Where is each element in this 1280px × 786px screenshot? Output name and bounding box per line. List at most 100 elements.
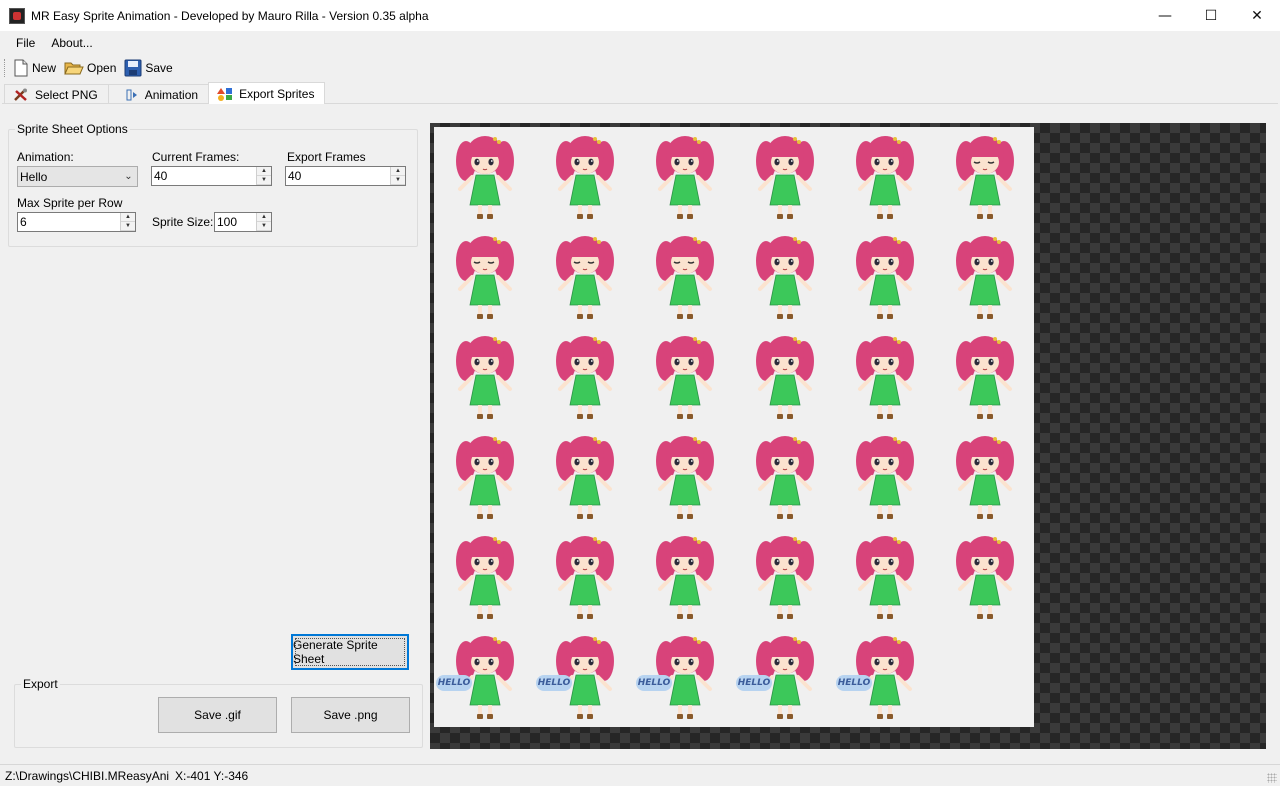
sprite-frame	[534, 527, 634, 627]
chibi-girl-icon	[456, 536, 514, 619]
status-path: Z:\Drawings\CHIBI.MReasyAni	[5, 768, 170, 783]
sprite-frame	[734, 127, 834, 227]
tab-animation[interactable]: Animation	[107, 84, 210, 104]
export-frames-input[interactable]: 40 ▲ ▼	[285, 166, 406, 186]
sprite-frame	[634, 527, 734, 627]
tab-export-sprites[interactable]: Export Sprites	[208, 82, 326, 104]
sprite-frame	[734, 327, 834, 427]
menu-file[interactable]: File	[8, 33, 43, 53]
chibi-girl-icon	[956, 336, 1014, 419]
sprite-frame	[634, 227, 734, 327]
down-arrow-icon[interactable]: ▼	[257, 176, 271, 185]
up-arrow-icon[interactable]: ▲	[257, 213, 271, 222]
chibi-girl-icon	[656, 436, 714, 519]
max-sprite-value: 6	[20, 215, 27, 229]
tab-export-sprites-label: Export Sprites	[239, 86, 315, 101]
chibi-girl-icon	[956, 136, 1014, 219]
sprite-frame: HELLO	[834, 627, 934, 727]
sprite-frame: HELLO	[534, 627, 634, 727]
sprite-sheet-options-title: Sprite Sheet Options	[15, 122, 130, 136]
current-frames-label: Current Frames:	[152, 150, 240, 164]
tools-icon	[14, 88, 27, 101]
up-arrow-icon[interactable]: ▲	[391, 167, 405, 176]
open-button[interactable]: Open	[64, 60, 116, 76]
sprite-frame	[634, 427, 734, 527]
chibi-girl-icon	[956, 236, 1014, 319]
floppy-disk-icon	[124, 59, 142, 77]
save-png-button[interactable]: Save .png	[291, 697, 410, 733]
max-sprite-stepper[interactable]: ▲ ▼	[120, 213, 135, 231]
toolbar: New Open Save	[0, 55, 1280, 81]
hello-bubble: HELLO	[636, 675, 672, 691]
up-arrow-icon[interactable]: ▲	[257, 167, 271, 176]
title-bar: MR Easy Sprite Animation - Developed by …	[0, 0, 1280, 31]
sprite-frame	[834, 327, 934, 427]
down-arrow-icon[interactable]: ▼	[391, 176, 405, 185]
current-frames-input[interactable]: 40 ▲ ▼	[151, 166, 272, 186]
shapes-icon	[217, 87, 233, 101]
save-gif-label: Save .gif	[194, 708, 241, 722]
chibi-girl-icon	[456, 236, 514, 319]
chibi-girl-icon	[856, 536, 914, 619]
menu-about[interactable]: About...	[43, 33, 100, 53]
chibi-girl-icon	[856, 236, 914, 319]
new-file-icon	[14, 59, 28, 77]
down-arrow-icon[interactable]: ▼	[257, 222, 271, 231]
save-button[interactable]: Save	[124, 59, 173, 77]
current-frames-stepper[interactable]: ▲ ▼	[256, 167, 271, 185]
chibi-girl-icon	[556, 536, 614, 619]
animation-select[interactable]: Hello ⌄	[17, 166, 138, 187]
chibi-girl-icon	[656, 536, 714, 619]
chibi-girl-icon	[756, 236, 814, 319]
open-label: Open	[87, 61, 117, 75]
chibi-girl-icon	[756, 336, 814, 419]
sprite-frame: HELLO	[434, 627, 534, 727]
chibi-girl-icon	[456, 136, 514, 219]
resize-grip-icon[interactable]	[1267, 773, 1277, 783]
sprite-size-value: 100	[217, 215, 238, 229]
sprite-frame	[434, 527, 534, 627]
sprite-size-stepper[interactable]: ▲ ▼	[256, 213, 271, 231]
maximize-button[interactable]: ☐	[1188, 0, 1234, 31]
sprite-frame	[534, 227, 634, 327]
export-title: Export	[21, 677, 60, 691]
chibi-girl-icon	[756, 136, 814, 219]
sprite-frame	[834, 527, 934, 627]
up-arrow-icon[interactable]: ▲	[121, 213, 135, 222]
hello-bubble: HELLO	[836, 675, 872, 691]
sprite-frame	[834, 427, 934, 527]
sprite-frame	[734, 527, 834, 627]
sprite-frame	[434, 427, 534, 527]
sprite-size-input[interactable]: 100 ▲ ▼	[214, 212, 272, 232]
chibi-girl-icon	[656, 336, 714, 419]
new-button[interactable]: New	[13, 59, 56, 77]
minimize-button[interactable]: —	[1142, 0, 1188, 31]
close-button[interactable]: ✕	[1234, 0, 1280, 31]
chibi-girl-icon	[756, 536, 814, 619]
save-gif-button[interactable]: Save .gif	[158, 697, 277, 733]
sprite-frame	[634, 127, 734, 227]
open-folder-icon	[64, 62, 84, 75]
sprite-frame	[534, 327, 634, 427]
save-label: Save	[145, 61, 173, 75]
tab-select-png[interactable]: Select PNG	[4, 84, 109, 104]
sprite-frame	[834, 127, 934, 227]
toolbar-grip[interactable]	[4, 59, 7, 77]
sprite-frame	[934, 127, 1034, 227]
current-frames-value: 40	[154, 169, 168, 183]
chibi-girl-icon	[556, 236, 614, 319]
sprite-frame	[434, 227, 534, 327]
animation-icon	[126, 89, 137, 100]
sprite-frame	[734, 427, 834, 527]
export-frames-value: 40	[288, 169, 302, 183]
max-sprite-input[interactable]: 6 ▲ ▼	[17, 212, 136, 232]
generate-sprite-sheet-button[interactable]: Generate Sprite Sheet	[291, 634, 409, 670]
sprite-frame	[934, 527, 1034, 627]
tab-animation-label: Animation	[144, 87, 199, 102]
window-title: MR Easy Sprite Animation - Developed by …	[31, 8, 429, 23]
sprite-frame	[434, 327, 534, 427]
export-frames-stepper[interactable]: ▲ ▼	[390, 167, 405, 185]
down-arrow-icon[interactable]: ▼	[121, 222, 135, 231]
export-frames-label: Export Frames	[287, 150, 366, 164]
sprite-frame: HELLO	[634, 627, 734, 727]
